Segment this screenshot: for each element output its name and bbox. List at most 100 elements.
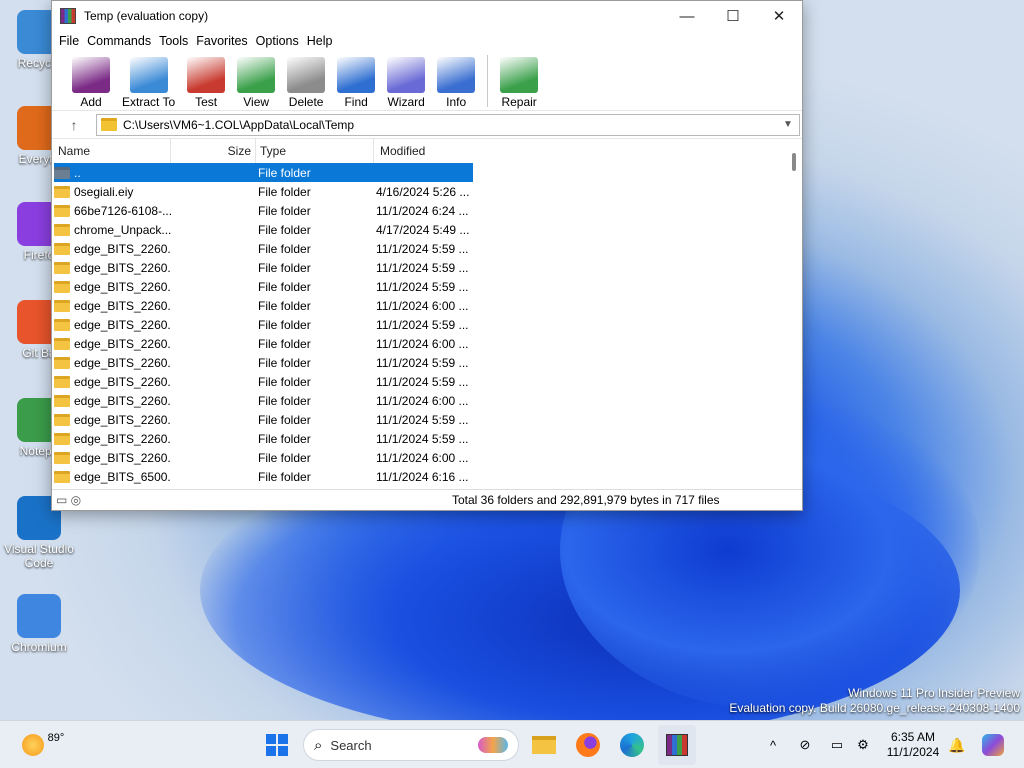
folder-icon bbox=[54, 166, 70, 179]
table-row[interactable]: edge_BITS_2260... File folder 11/1/2024 6:… bbox=[54, 448, 473, 467]
window-title: Temp (evaluation copy) bbox=[84, 9, 209, 23]
table-row[interactable]: edge_BITS_2260... File folder 11/1/2024 5:… bbox=[54, 410, 473, 429]
volume-icon[interactable]: ⚙ bbox=[851, 721, 875, 768]
chevron-down-icon[interactable]: ▼ bbox=[783, 119, 799, 130]
taskbar: 89° ⌕ Search ^ ⊘ ▭ ⚙ 6:35 AM 11/1/2024 🔔 bbox=[0, 720, 1024, 768]
display-icon[interactable]: ▭ bbox=[825, 721, 849, 768]
edge-icon[interactable] bbox=[616, 721, 648, 768]
toolbar-button[interactable]: Test bbox=[181, 51, 231, 109]
file-list: Name Size Type Modified .. File folder 0se… bbox=[52, 139, 802, 486]
toolbar-button[interactable]: Repair bbox=[494, 51, 544, 109]
menu-item[interactable]: Help bbox=[306, 34, 340, 48]
folder-icon bbox=[54, 394, 70, 407]
copilot-icon[interactable] bbox=[978, 721, 1008, 768]
title-bar[interactable]: Temp (evaluation copy) — ☐ ✕ bbox=[52, 1, 802, 31]
table-row[interactable]: 66be7126-6108-... File folder 11/1/2024 6:… bbox=[54, 201, 473, 220]
table-row[interactable]: chrome_Unpack... File folder 4/17/2024 5:4… bbox=[54, 220, 473, 239]
file-name: edge_BITS_2260... bbox=[74, 374, 171, 389]
clock[interactable]: 6:35 AM 11/1/2024 bbox=[880, 721, 946, 768]
cell-type: File folder bbox=[258, 355, 311, 370]
table-row[interactable]: edge_BITS_2260... File folder 11/1/2024 5:… bbox=[54, 353, 473, 372]
column-size[interactable]: Size bbox=[171, 139, 256, 163]
bell-icon[interactable]: 🔔 bbox=[946, 721, 968, 768]
watermark-line1: Windows 11 Pro Insider Preview bbox=[848, 686, 1020, 700]
start-button[interactable] bbox=[260, 721, 294, 768]
table-row[interactable]: edge_BITS_6500... File folder 11/1/2024 6:… bbox=[54, 467, 473, 486]
file-name: edge_BITS_2260... bbox=[74, 393, 171, 408]
file-explorer-icon[interactable] bbox=[528, 721, 560, 768]
table-row[interactable]: edge_BITS_2260... File folder 11/1/2024 5:… bbox=[54, 258, 473, 277]
cell-name: edge_BITS_2260... bbox=[54, 432, 171, 446]
table-row[interactable]: edge_BITS_2260... File folder 11/1/2024 5:… bbox=[54, 372, 473, 391]
toolbar-button[interactable]: Info bbox=[431, 51, 481, 109]
desktop-icon-label: Visual Studio Code bbox=[4, 542, 74, 570]
toolbar-button[interactable]: Add bbox=[66, 51, 116, 109]
table-row[interactable]: edge_BITS_2260... File folder 11/1/2024 6:… bbox=[54, 391, 473, 410]
test-icon bbox=[187, 57, 226, 93]
status-bar: ▭ ◎ Total 36 folders and 292,891,979 byt… bbox=[52, 489, 802, 510]
file-name: edge_BITS_2260... bbox=[74, 355, 171, 370]
address-field[interactable]: C:\Users\VM6~1.COL\AppData\Local\Temp ▼ bbox=[96, 113, 800, 136]
cell-type: File folder bbox=[258, 222, 311, 237]
table-row[interactable]: 0segiali.eiy File folder 4/16/2024 5:26 ..… bbox=[54, 182, 473, 201]
folder-icon bbox=[54, 356, 70, 369]
table-row[interactable]: edge_BITS_2260... File folder 11/1/2024 5:… bbox=[54, 429, 473, 448]
drive-icon: ▭ ◎ bbox=[56, 493, 82, 507]
minimize-button[interactable]: — bbox=[664, 1, 710, 31]
status-text: Total 36 folders and 292,891,979 bytes i… bbox=[452, 493, 720, 507]
chevron-up-icon[interactable]: ^ bbox=[762, 721, 784, 768]
menu-item[interactable]: Options bbox=[255, 34, 306, 48]
cell-type: File folder bbox=[258, 393, 311, 408]
folder-icon bbox=[54, 280, 70, 293]
up-arrow-icon[interactable]: ↑ bbox=[52, 117, 96, 133]
toolbar-button[interactable]: Extract To bbox=[116, 51, 181, 109]
cell-modified: 11/1/2024 6:00 ... bbox=[376, 393, 469, 408]
cell-type: File folder bbox=[258, 165, 311, 180]
column-modified[interactable]: Modified bbox=[374, 139, 474, 163]
column-type[interactable]: Type bbox=[256, 139, 374, 163]
cell-modified: 11/1/2024 5:59 ... bbox=[376, 241, 469, 256]
toolbar-button-label: Wizard bbox=[387, 95, 425, 109]
table-row[interactable]: edge_BITS_2260... File folder 11/1/2024 6:… bbox=[54, 334, 473, 353]
cell-name: .. bbox=[54, 166, 171, 180]
table-row[interactable]: edge_BITS_2260... File folder 11/1/2024 5:… bbox=[54, 277, 473, 296]
repair-icon bbox=[500, 57, 539, 93]
file-name: 0segiali.eiy bbox=[74, 184, 134, 199]
table-row[interactable]: edge_BITS_2260... File folder 11/1/2024 5:… bbox=[54, 239, 473, 258]
cell-modified: 11/1/2024 5:59 ... bbox=[376, 412, 469, 427]
network-icon[interactable]: ⊘ bbox=[793, 721, 817, 768]
cell-type: File folder bbox=[258, 241, 311, 256]
winrar-taskbar-icon[interactable] bbox=[658, 725, 696, 765]
file-name: .. bbox=[74, 165, 81, 180]
menu-item[interactable]: Commands bbox=[86, 34, 158, 48]
toolbar-button[interactable]: View bbox=[231, 51, 281, 109]
table-row[interactable]: .. File folder bbox=[54, 163, 473, 182]
search-icon: ⌕ bbox=[314, 736, 323, 754]
cell-modified: 11/1/2024 5:59 ... bbox=[376, 279, 469, 294]
vertical-scrollbar[interactable] bbox=[792, 153, 796, 171]
toolbar-button[interactable]: Delete bbox=[281, 51, 331, 109]
table-row[interactable]: edge_BITS_2260... File folder 11/1/2024 6:… bbox=[54, 296, 473, 315]
toolbar-button[interactable]: Find bbox=[331, 51, 381, 109]
toolbar-button[interactable]: Wizard bbox=[381, 51, 431, 109]
cell-name: chrome_Unpack... bbox=[54, 223, 171, 237]
firefox-taskbar-icon[interactable] bbox=[572, 721, 604, 768]
taskbar-search[interactable]: ⌕ Search bbox=[303, 729, 519, 761]
weather-widget[interactable]: 89° bbox=[18, 721, 68, 768]
desktop-icon[interactable]: Chromium bbox=[0, 594, 78, 654]
menu-item[interactable]: Favorites bbox=[195, 34, 254, 48]
toolbar-button-label: Extract To bbox=[122, 95, 176, 109]
column-name[interactable]: Name bbox=[54, 139, 171, 163]
cell-name: edge_BITS_2260... bbox=[54, 356, 171, 370]
cell-name: 66be7126-6108-... bbox=[54, 204, 171, 218]
sun-icon bbox=[21, 734, 44, 756]
menu-item[interactable]: File bbox=[58, 34, 86, 48]
cell-modified: 11/1/2024 5:59 ... bbox=[376, 260, 469, 275]
maximize-button[interactable]: ☐ bbox=[710, 1, 756, 31]
folder-icon bbox=[54, 318, 70, 331]
close-button[interactable]: ✕ bbox=[756, 1, 802, 31]
folder-icon bbox=[54, 451, 70, 464]
menu-item[interactable]: Tools bbox=[158, 34, 195, 48]
cell-name: edge_BITS_2260... bbox=[54, 337, 171, 351]
table-row[interactable]: edge_BITS_2260... File folder 11/1/2024 5:… bbox=[54, 315, 473, 334]
